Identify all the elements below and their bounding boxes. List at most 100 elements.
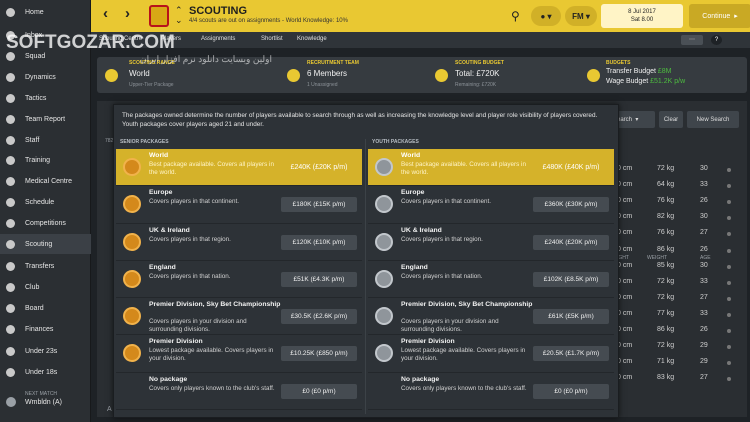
sidebar-item-board[interactable]: Board <box>0 298 91 318</box>
package-description: Lowest package available. Covers players… <box>149 347 274 363</box>
senior-package-no-package[interactable]: No package Covers only players known to t… <box>116 372 362 411</box>
table-row[interactable]: 0 cm 86 kg 26 <box>607 246 747 258</box>
package-price-button[interactable]: £480K (£40K p/m) <box>533 160 609 175</box>
competitions-icon <box>6 218 15 228</box>
package-price-button[interactable]: £240K (£20K p/m) <box>533 234 609 250</box>
next-match[interactable]: NEXT MATCH Wmbldn (A) <box>0 386 91 422</box>
package-price-button[interactable]: £30.5K (£2.6K p/m) <box>281 309 357 325</box>
senior-package-world[interactable]: World Best package available. Covers all … <box>116 149 362 187</box>
package-name: Europe <box>401 189 425 197</box>
transfer-icon <box>587 69 600 82</box>
senior-package-uk-ireland[interactable]: UK & Ireland Covers players in that regio… <box>116 223 362 261</box>
row-indicator-icon <box>727 200 731 205</box>
table-row[interactable]: 0 cm 72 kg 29 <box>607 342 747 354</box>
continue-button[interactable]: Continue ▸ <box>689 4 750 28</box>
table-row[interactable]: 0 cm 86 kg 26 <box>607 326 747 338</box>
package-price-button[interactable]: £51K (£4.3K p/m) <box>281 271 357 287</box>
package-price-button[interactable]: £61K (£5K p/m) <box>533 309 609 325</box>
package-price-button[interactable]: £10.25K (£850 p/m) <box>281 346 357 362</box>
sidebar-item-team-report[interactable]: Team Report <box>0 109 91 129</box>
sidebar-item-competitions[interactable]: Competitions <box>0 213 91 233</box>
table-row[interactable]: 0 cm 72 kg 27 <box>607 294 747 306</box>
table-row[interactable]: 0 cm 83 kg 27 <box>607 374 747 386</box>
height-cell: 0 cm <box>617 342 633 350</box>
time-text: Sat 8.00 <box>630 17 654 23</box>
back-button[interactable]: ‹ <box>103 5 108 22</box>
club-crest-icon[interactable] <box>149 5 169 27</box>
package-name: Premier Division <box>401 338 455 346</box>
row-indicator-icon <box>727 280 731 285</box>
package-name: Premier Division, Sky Bet Championship <box>149 301 281 309</box>
fm-menu-button[interactable]: FM ▾ <box>565 6 597 26</box>
youth-package-premier-division[interactable]: Premier Division Lowest package available… <box>368 335 614 373</box>
table-row[interactable]: 0 cm 72 kg 33 <box>607 278 747 290</box>
youth-package-premier-division-sky-bet-championship[interactable]: Premier Division, Sky Bet Championship Co… <box>368 298 614 336</box>
sidebar-item-label: Transfers <box>25 262 55 270</box>
senior-package-england[interactable]: England Covers players in that nation. £51… <box>116 260 362 299</box>
binoculars-icon <box>435 69 448 82</box>
package-price-button[interactable]: £0 (£0 p/m) <box>281 383 357 399</box>
sidebar-item-finances[interactable]: Finances <box>0 319 91 339</box>
tab-knowledge[interactable]: Knowledge <box>297 36 327 42</box>
senior-package-premier-division-sky-bet-championship[interactable]: Premier Division, Sky Bet Championship Co… <box>116 298 362 336</box>
fm-logo: FM <box>572 11 584 21</box>
club-icon <box>6 282 15 292</box>
package-price-button[interactable]: £20.5K (£1.7K p/m) <box>533 346 609 362</box>
table-row[interactable]: 0 cm 64 kg 33 <box>607 181 747 193</box>
youth-package-no-package[interactable]: No package Covers only players known to t… <box>368 372 614 411</box>
sidebar-item-medical-centre[interactable]: Medical Centre <box>0 171 91 191</box>
sidebar-item-training[interactable]: Training <box>0 150 91 170</box>
trophy-icon <box>375 232 393 251</box>
new-search-button[interactable]: New Search <box>687 111 739 128</box>
options-button[interactable]: ⋯ <box>681 35 703 45</box>
sidebar-item-schedule[interactable]: Schedule <box>0 192 91 212</box>
recruitment-team-panel[interactable]: RECRUITMENT TEAM 6 Members 1 Unassigned <box>287 57 427 93</box>
youth-package-world[interactable]: World Best package available. Covers all … <box>368 149 614 187</box>
search-icon[interactable]: ⚲ <box>511 9 520 23</box>
package-price-button[interactable]: £0 (£0 p/m) <box>533 383 609 399</box>
sidebar-item-club[interactable]: Club <box>0 277 91 297</box>
forward-button[interactable]: › <box>125 5 130 22</box>
youth-package-uk-ireland[interactable]: UK & Ireland Covers players in that regio… <box>368 223 614 261</box>
sidebar-item-scouting[interactable]: Scouting <box>0 234 91 254</box>
senior-package-premier-division[interactable]: Premier Division Lowest package available… <box>116 335 362 373</box>
table-row[interactable]: 0 cm 76 kg 27 <box>607 229 747 241</box>
sidebar-item-under-23s[interactable]: Under 23s <box>0 341 91 361</box>
table-row[interactable]: 0 cm 85 kg 30 <box>607 262 747 274</box>
table-row[interactable]: 0 cm 72 kg 30 <box>607 165 747 177</box>
trophy-icon <box>123 307 141 326</box>
date-display[interactable]: 8 Jul 2017 Sat 8.00 <box>601 4 683 28</box>
youth-package-england[interactable]: England Covers players in that nation. £10… <box>368 260 614 299</box>
row-indicator-icon <box>727 345 731 350</box>
package-description: Covers players in your division and surr… <box>401 318 499 334</box>
package-price-button[interactable]: £180K (£15K p/m) <box>281 197 357 213</box>
package-price-button[interactable]: £102K (£8.5K p/m) <box>533 271 609 287</box>
table-row[interactable]: 0 cm 76 kg 26 <box>607 197 747 209</box>
table-row[interactable]: 0 cm 77 kg 33 <box>607 310 747 322</box>
package-name: UK & Ireland <box>149 226 190 234</box>
package-price-button[interactable]: £240K (£20K p/m) <box>281 160 357 175</box>
tab-assignments[interactable]: Assignments <box>201 36 235 42</box>
clear-button[interactable]: Clear <box>659 111 683 128</box>
sidebar-item-home[interactable]: Home <box>0 2 91 22</box>
row-indicator-icon <box>727 216 731 221</box>
sidebar-item-staff[interactable]: Staff <box>0 130 91 150</box>
package-price-button[interactable]: £360K (£30K p/m) <box>533 197 609 213</box>
scouting-budget-panel[interactable]: SCOUTING BUDGET Total: £720K Remaining: … <box>435 57 585 93</box>
help-button[interactable]: ? <box>711 35 722 45</box>
tab-shortlist[interactable]: Shortlist <box>261 36 283 42</box>
sidebar-item-under-18s[interactable]: Under 18s <box>0 362 91 382</box>
sidebar: Home Inbox Squad Dynamics Tactics Team Report… <box>0 0 91 422</box>
budgets-panel[interactable]: BUDGETS Transfer Budget £8M Wage Budget … <box>587 57 742 93</box>
package-description: Covers players in that continent. <box>149 198 239 206</box>
senior-package-europe[interactable]: Europe Covers players in that continent. £… <box>116 186 362 224</box>
table-row[interactable]: 0 cm 82 kg 30 <box>607 213 747 225</box>
sidebar-item-dynamics[interactable]: Dynamics <box>0 67 91 87</box>
youth-package-europe[interactable]: Europe Covers players in that continent. £… <box>368 186 614 224</box>
globe-menu-button[interactable]: ● ▾ <box>531 6 561 26</box>
club-switch-icon[interactable]: ⌃ ⌄ <box>175 5 183 25</box>
sidebar-item-tactics[interactable]: Tactics <box>0 88 91 108</box>
sidebar-item-transfers[interactable]: Transfers <box>0 256 91 276</box>
table-row[interactable]: 0 cm 71 kg 29 <box>607 358 747 370</box>
package-price-button[interactable]: £120K (£10K p/m) <box>281 234 357 250</box>
